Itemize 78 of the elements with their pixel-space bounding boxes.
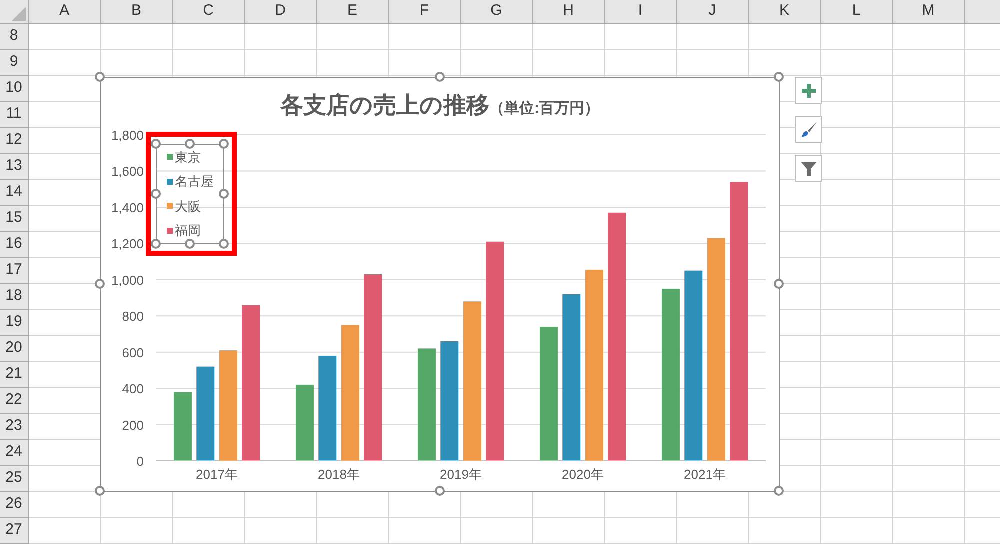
chart-area[interactable]: 各支店の売上の推移（単位:百万円） 0 200 400 600 800 1,000 1,200 1,400 1,600 1,800 2017年 2018年 2019年 2020年 2021年 東京 名古屋 大阪 福岡: [100, 77, 780, 492]
axis-tick-label: 1,800: [111, 128, 144, 143]
selection-handle[interactable]: [219, 239, 229, 249]
column-header[interactable]: F: [389, 0, 461, 24]
selection-handle[interactable]: [95, 279, 105, 289]
selection-handle[interactable]: [435, 72, 445, 82]
row-header[interactable]: 11: [0, 102, 29, 128]
axis-tick-label: 0: [136, 454, 144, 469]
column-header[interactable]: A: [29, 0, 101, 24]
selection-handle[interactable]: [774, 486, 784, 496]
axis-category-label: 2021年: [684, 467, 726, 482]
column-header[interactable]: L: [821, 0, 893, 24]
selection-handle[interactable]: [219, 189, 229, 199]
selection-handle[interactable]: [774, 279, 784, 289]
row-header[interactable]: 12: [0, 128, 29, 154]
column-header[interactable]: D: [245, 0, 317, 24]
filter-icon: [800, 160, 816, 176]
column-header[interactable]: J: [677, 0, 749, 24]
column-header[interactable]: K: [749, 0, 821, 24]
axis-tick-label: 1,000: [111, 272, 144, 288]
legend[interactable]: 東京 名古屋 大阪 福岡: [146, 132, 237, 256]
legend-label: 東京: [175, 148, 201, 166]
selection-handle[interactable]: [151, 139, 161, 149]
selection-handle[interactable]: [185, 139, 195, 149]
column-header[interactable]: B: [101, 0, 173, 24]
selection-handle[interactable]: [95, 486, 105, 496]
row-header[interactable]: 26: [0, 492, 29, 518]
column-header[interactable]: M: [893, 0, 965, 24]
row-header[interactable]: 21: [0, 362, 29, 388]
axis-tick-label: 1,200: [111, 236, 144, 252]
legend-label: 大阪: [175, 198, 201, 216]
row-header[interactable]: 14: [0, 180, 29, 206]
row-header[interactable]: 16: [0, 232, 29, 258]
column-header[interactable]: E: [317, 0, 389, 24]
plus-icon: [802, 84, 816, 98]
axis-category-label: 2017年: [196, 467, 238, 482]
row-header[interactable]: 9: [0, 50, 29, 76]
axis-category-label: 2020年: [562, 467, 604, 482]
row-header[interactable]: 22: [0, 388, 29, 414]
row-header[interactable]: 17: [0, 258, 29, 284]
row-header[interactable]: 13: [0, 154, 29, 180]
axis-tick-label: 1,600: [111, 164, 144, 180]
axis-tick-label: 200: [122, 418, 144, 433]
row-header[interactable]: 20: [0, 336, 29, 362]
column-header[interactable]: I: [605, 0, 677, 24]
axis-tick-label: 600: [122, 345, 144, 360]
row-header[interactable]: 18: [0, 284, 29, 310]
chart-unit: （単位:百万円）: [490, 99, 600, 119]
row-header[interactable]: 19: [0, 310, 29, 336]
axis-tick-label: 400: [122, 382, 144, 397]
row-header[interactable]: 27: [0, 518, 29, 544]
chart-style-button[interactable]: [795, 116, 822, 143]
selection-handle[interactable]: [151, 189, 161, 199]
column-header[interactable]: C: [173, 0, 245, 24]
legend-label: 福岡: [175, 222, 201, 240]
add-chart-element-button[interactable]: [795, 77, 822, 104]
row-header[interactable]: 15: [0, 206, 29, 232]
axis-tick-label: 1,400: [111, 200, 144, 216]
selection-handle[interactable]: [774, 72, 784, 82]
row-header[interactable]: 25: [0, 466, 29, 492]
selection-handle[interactable]: [435, 486, 445, 496]
bar: [174, 392, 192, 461]
legend-label: 名古屋: [175, 173, 214, 191]
selection-handle[interactable]: [151, 239, 161, 249]
selection-handle[interactable]: [185, 239, 195, 249]
row-header[interactable]: 10: [0, 76, 29, 102]
column-header[interactable]: H: [533, 0, 605, 24]
chart-filter-button[interactable]: [795, 155, 822, 182]
chart-title: 各支店の売上の推移: [280, 91, 490, 120]
selection-handle[interactable]: [95, 72, 105, 82]
column-header[interactable]: G: [461, 0, 533, 24]
row-header[interactable]: 8: [0, 24, 29, 50]
row-header[interactable]: 24: [0, 440, 29, 466]
axis-category-label: 2019年: [440, 467, 482, 482]
axis-category-label: 2018年: [318, 467, 360, 482]
axis-tick-label: 800: [122, 309, 144, 324]
selection-handle[interactable]: [219, 139, 229, 149]
row-header[interactable]: 23: [0, 414, 29, 440]
